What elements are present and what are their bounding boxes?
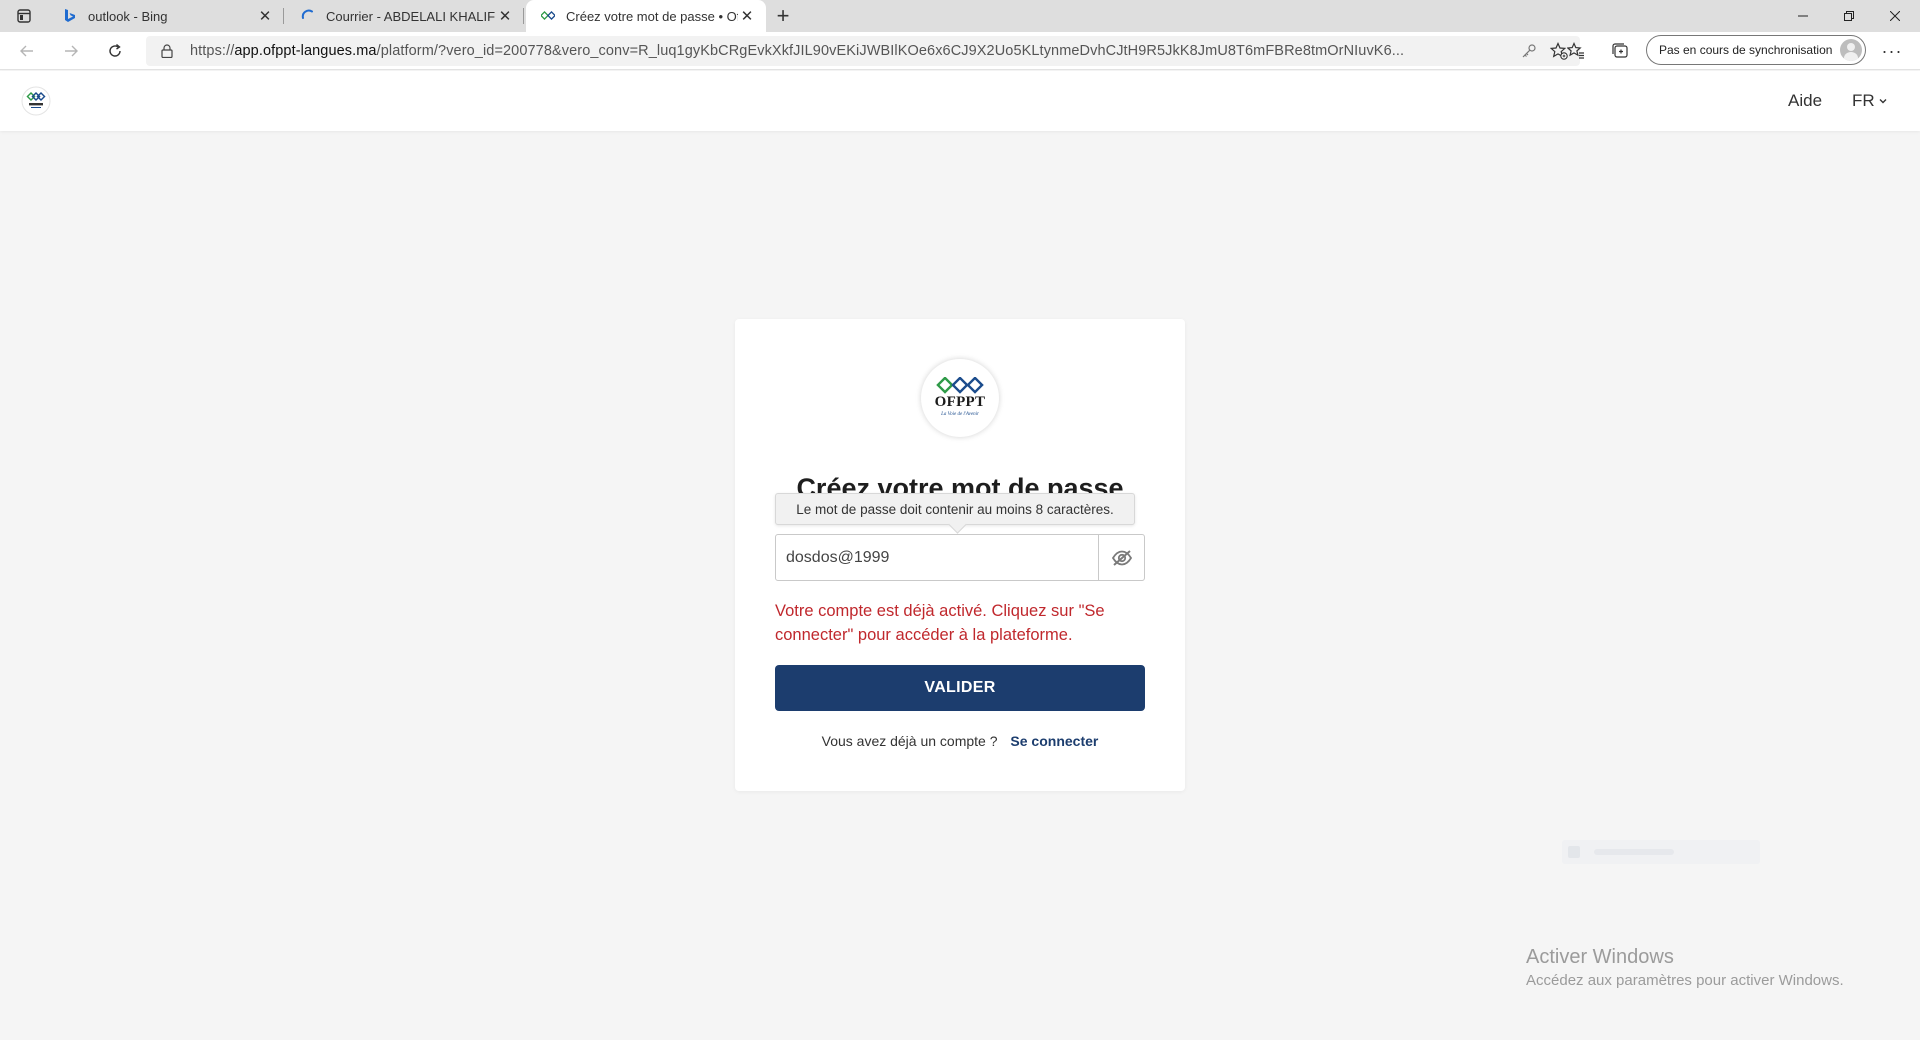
browser-tab-bar: outlook - Bing ✕ Courrier - ABDELALI KHA…: [0, 0, 1920, 32]
tab-title: Créez votre mot de passe • Ofpp: [566, 8, 738, 24]
password-input[interactable]: [776, 535, 1099, 580]
favorites-icon[interactable]: [1560, 37, 1592, 65]
activation-watermark-subtitle: Accédez aux paramètres pour activer Wind…: [1526, 972, 1844, 989]
avatar-icon: [1840, 39, 1862, 61]
url-prefix: https://: [190, 43, 235, 59]
faded-notification: [1562, 840, 1760, 864]
ofppt-logo: OFPPT La Voie de l'Avenir: [921, 359, 999, 437]
logo-wordmark: OFPPT: [934, 394, 986, 410]
activation-watermark-title: Activer Windows: [1526, 946, 1674, 968]
toggle-visibility-icon[interactable]: [1099, 535, 1144, 580]
tab-outlook-bing[interactable]: outlook - Bing ✕: [48, 0, 284, 32]
close-icon[interactable]: ✕: [256, 7, 274, 25]
tab-actions-icon[interactable]: [8, 4, 40, 28]
login-prompt-row: Vous avez déjà un compte ? Se connecter: [735, 733, 1185, 749]
ofppt-logo-mark: [936, 377, 984, 394]
forward-icon[interactable]: [56, 37, 86, 65]
language-label: FR: [1852, 91, 1875, 110]
close-window-icon[interactable]: [1872, 0, 1918, 32]
close-icon[interactable]: ✕: [738, 7, 756, 25]
language-selector[interactable]: FR: [1852, 91, 1888, 111]
restore-icon[interactable]: [1826, 0, 1872, 32]
url-host: app.ofppt-langues.ma: [234, 43, 377, 59]
collections-icon[interactable]: [1604, 37, 1636, 65]
bing-icon: [62, 8, 78, 24]
ofppt-logo[interactable]: [20, 85, 52, 117]
logo-tagline: La Voie de l'Avenir: [941, 412, 979, 417]
profile-sync-button[interactable]: Pas en cours de synchronisation: [1646, 35, 1866, 65]
password-field: [775, 534, 1145, 581]
url-path: /platform/?vero_id=200778&vero_conv=R_lu…: [376, 43, 1405, 59]
create-password-card: OFPPT La Voie de l'Avenir Créez votre mo…: [735, 319, 1185, 791]
help-link[interactable]: Aide: [1788, 91, 1822, 111]
tab-outlook-mail[interactable]: Courrier - ABDELALI KHALIF - Ou ✕: [286, 0, 524, 32]
error-message: Votre compte est déjà activé. Cliquez su…: [775, 602, 1105, 644]
tab-title: Courrier - ABDELALI KHALIF - Ou: [326, 8, 496, 24]
address-toolbar: https://app.ofppt-langues.ma/platform/?v…: [0, 32, 1920, 70]
url-text: https://app.ofppt-langues.ma/platform/?v…: [190, 43, 1514, 59]
loading-icon: [300, 8, 316, 24]
validate-button[interactable]: VALIDER: [775, 665, 1145, 711]
refresh-icon[interactable]: [100, 37, 130, 65]
tab-title: outlook - Bing: [88, 8, 168, 24]
ofppt-icon: [540, 8, 556, 24]
tab-create-password[interactable]: Créez votre mot de passe • Ofpp ✕: [526, 0, 766, 32]
new-tab-button[interactable]: +: [770, 3, 796, 29]
sync-label: Pas en cours de synchronisation: [1659, 43, 1833, 57]
chevron-down-icon: [1878, 96, 1888, 106]
key-icon[interactable]: [1514, 37, 1544, 65]
minimize-icon[interactable]: [1780, 0, 1826, 32]
login-link[interactable]: Se connecter: [1010, 733, 1098, 749]
more-options-icon[interactable]: ···: [1876, 37, 1908, 65]
site-header: Aide FR: [0, 71, 1920, 131]
close-icon[interactable]: ✕: [496, 7, 514, 25]
lock-icon[interactable]: [158, 42, 176, 60]
password-hint-tooltip: Le mot de passe doit contenir au moins 8…: [775, 493, 1135, 525]
login-prompt-text: Vous avez déjà un compte ?: [821, 733, 998, 749]
address-bar[interactable]: https://app.ofppt-langues.ma/platform/?v…: [146, 36, 1580, 66]
page-title: Créez votre mot de passe: [796, 473, 1124, 493]
back-icon[interactable]: [12, 37, 42, 65]
